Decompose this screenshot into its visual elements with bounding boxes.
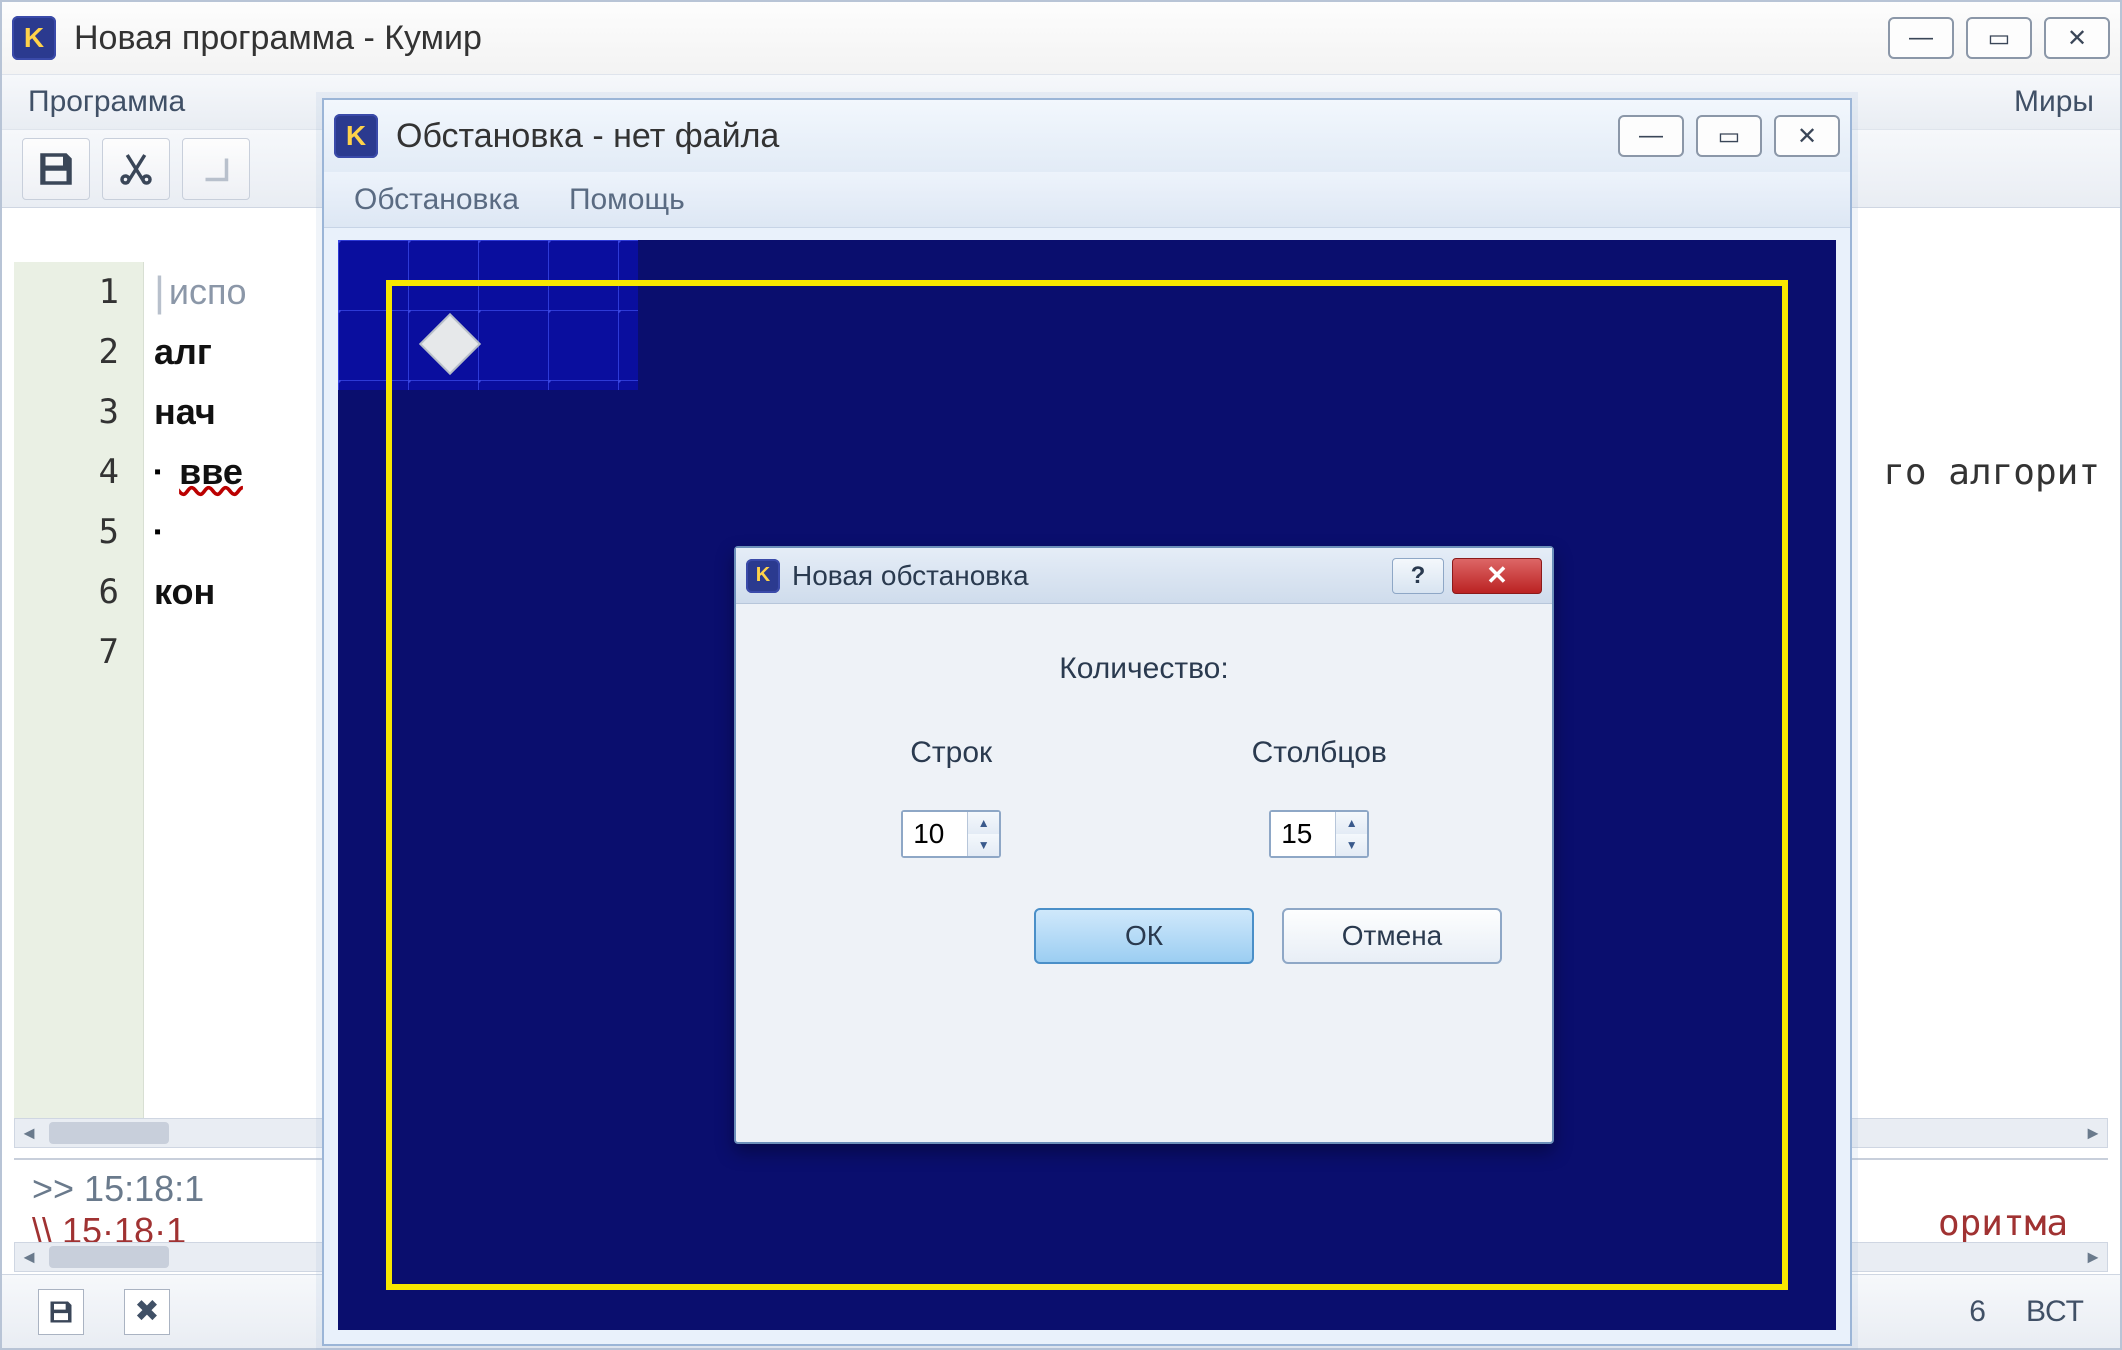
new-environment-dialog: K Новая обстановка ? ✕ Количество: Строк…	[734, 546, 1554, 1144]
cols-down-icon[interactable]: ▼	[1336, 834, 1367, 856]
scissors-icon	[115, 148, 157, 190]
robot-titlebar[interactable]: K Обстановка - нет файла — ▭ ✕	[324, 100, 1850, 172]
main-titlebar[interactable]: K Новая программа - Кумир — ▭ ✕	[2, 2, 2120, 74]
rows-down-icon[interactable]: ▼	[968, 834, 999, 856]
cols-label: Столбцов	[1252, 736, 1387, 770]
overflow-text: го алгорит	[1883, 452, 2100, 493]
scroll-left-icon[interactable]: ◄	[15, 1247, 43, 1268]
cols-spinner[interactable]: ▲ ▼	[1269, 810, 1369, 858]
maximize-button[interactable]: ▭	[1696, 115, 1762, 157]
scroll-left-icon[interactable]: ◄	[15, 1123, 43, 1144]
line-number: 4	[14, 442, 143, 502]
rows-spinner[interactable]: ▲ ▼	[901, 810, 1001, 858]
save-button[interactable]	[22, 138, 90, 200]
dialog-title: Новая обстановка	[792, 560, 1029, 592]
close-button[interactable]: ✕	[2044, 17, 2110, 59]
line-number: 2	[14, 322, 143, 382]
rows-label: Строк	[901, 736, 1001, 770]
maximize-button[interactable]: ▭	[1966, 17, 2032, 59]
cols-input[interactable]	[1271, 812, 1335, 856]
status-save-icon[interactable]	[38, 1289, 84, 1335]
dialog-titlebar[interactable]: K Новая обстановка ? ✕	[736, 548, 1552, 604]
code-token: алг	[154, 322, 212, 382]
status-insert-mode: ВСТ	[2026, 1295, 2084, 1329]
app-icon: K	[334, 114, 378, 158]
cut-button[interactable]	[102, 138, 170, 200]
app-icon: K	[12, 16, 56, 60]
code-token: испо	[169, 262, 247, 322]
rows-input[interactable]	[903, 812, 967, 856]
robot-menubar: Обстановка Помощь	[324, 172, 1850, 228]
code-token: кон	[154, 562, 215, 622]
rows-up-icon[interactable]: ▲	[968, 812, 999, 834]
save-icon	[35, 148, 77, 190]
app-icon: K	[746, 559, 780, 593]
code-token: нач	[154, 382, 216, 442]
dialog-help-button[interactable]: ?	[1392, 558, 1444, 594]
dialog-heading: Количество:	[776, 652, 1512, 686]
scroll-thumb[interactable]	[49, 1246, 169, 1268]
line-number: 6	[14, 562, 143, 622]
code-token: вве	[179, 442, 243, 502]
toolbar-button-3[interactable]	[182, 138, 250, 200]
line-number: 3	[14, 382, 143, 442]
robot-title: Обстановка - нет файла	[396, 117, 779, 156]
line-number: 5	[14, 502, 143, 562]
menu-help[interactable]: Помощь	[569, 183, 685, 217]
menu-environment[interactable]: Обстановка	[354, 183, 519, 217]
close-button[interactable]: ✕	[1774, 115, 1840, 157]
corner-icon	[195, 148, 237, 190]
console-overflow: оритма	[1938, 1203, 2068, 1244]
status-number: 6	[1969, 1295, 1986, 1329]
scroll-right-icon[interactable]: ►	[2079, 1247, 2107, 1268]
status-cancel-icon[interactable]: ✖	[124, 1289, 170, 1335]
cancel-button[interactable]: Отмена	[1282, 908, 1502, 964]
scroll-right-icon[interactable]: ►	[2079, 1123, 2107, 1144]
line-number: 7	[14, 622, 143, 682]
line-number: 1	[14, 262, 143, 322]
line-gutter: 1 2 3 4 5 6 7	[14, 262, 144, 1148]
minimize-button[interactable]: —	[1888, 17, 1954, 59]
cols-up-icon[interactable]: ▲	[1336, 812, 1367, 834]
dialog-close-button[interactable]: ✕	[1452, 558, 1542, 594]
menu-program[interactable]: Программа	[28, 85, 185, 119]
menu-worlds[interactable]: Миры	[2014, 85, 2094, 119]
minimize-button[interactable]: —	[1618, 115, 1684, 157]
scroll-thumb[interactable]	[49, 1122, 169, 1144]
main-title: Новая программа - Кумир	[74, 19, 482, 58]
ok-button[interactable]: ОК	[1034, 908, 1254, 964]
